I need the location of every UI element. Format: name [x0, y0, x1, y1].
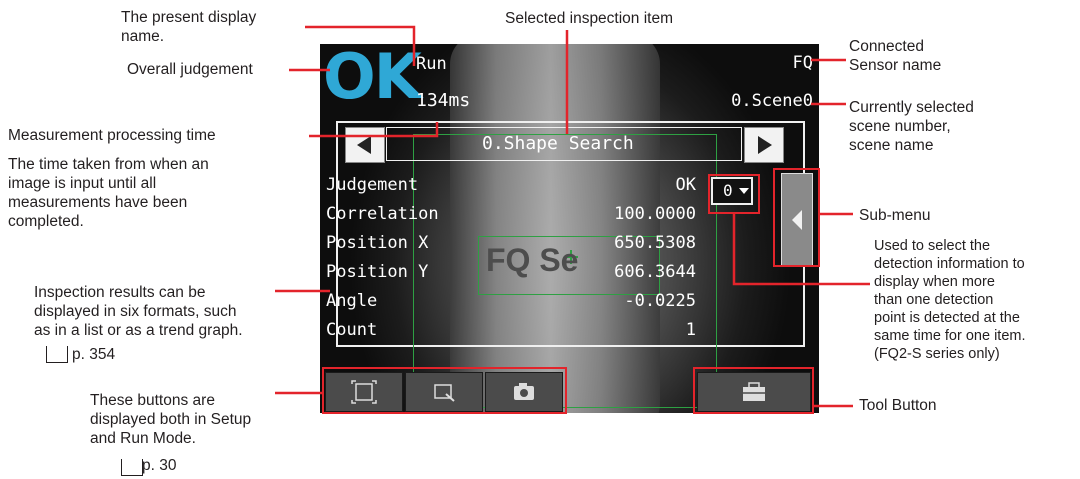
leader-lines [275, 25, 870, 408]
